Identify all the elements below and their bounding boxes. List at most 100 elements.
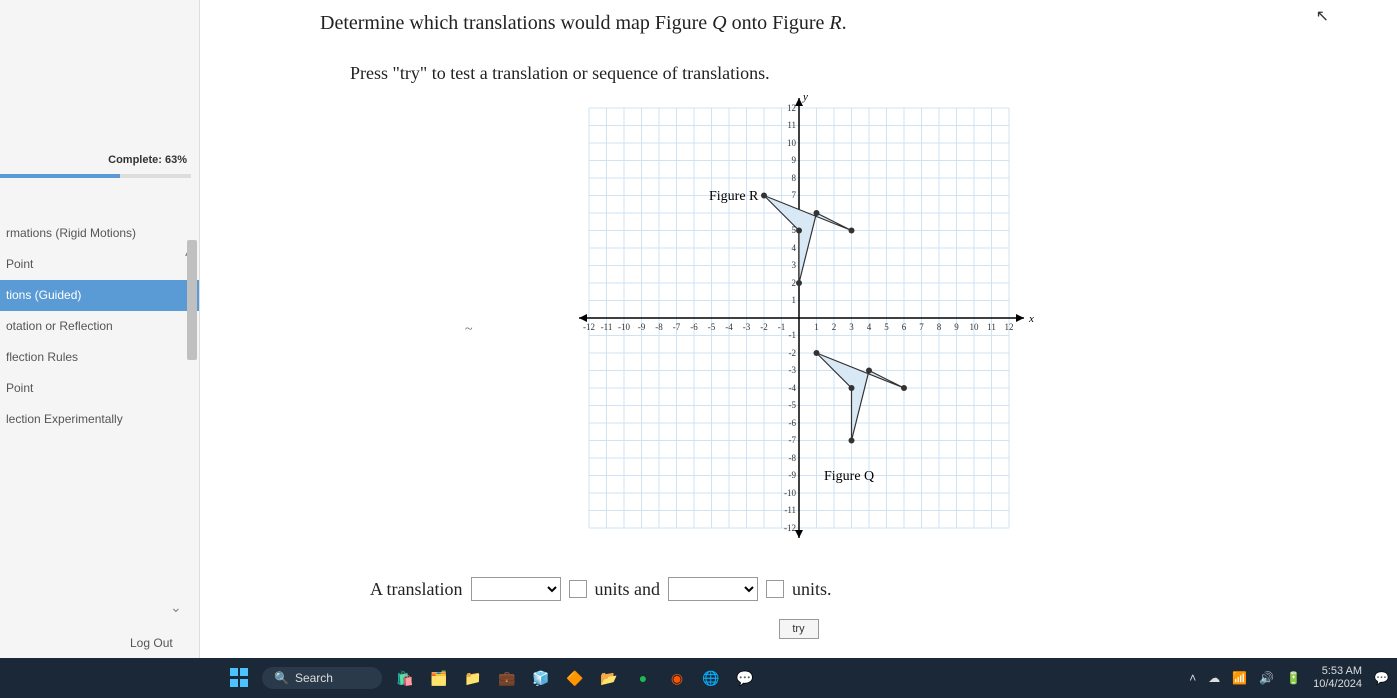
- svg-text:-3: -3: [742, 322, 750, 332]
- tilde-mark: ~: [465, 322, 473, 338]
- taskbar-app-2[interactable]: 🗂️: [428, 667, 450, 689]
- svg-text:-11: -11: [600, 322, 612, 332]
- svg-text:4: 4: [866, 322, 871, 332]
- sidebar-item-reflection-rules[interactable]: flection Rules: [0, 342, 199, 373]
- svg-text:1: 1: [814, 322, 819, 332]
- svg-text:3: 3: [849, 322, 854, 332]
- sidebar-item-rigid-motions[interactable]: rmations (Rigid Motions): [0, 218, 199, 249]
- taskbar-search[interactable]: 🔍 Search: [262, 667, 382, 689]
- sidebar: Complete: 63% ▴ rmations (Rigid Motions)…: [0, 0, 200, 658]
- windows-start-icon[interactable]: [230, 668, 250, 688]
- svg-text:-10: -10: [784, 488, 796, 498]
- taskbar-clock[interactable]: 5:53 AM 10/4/2024: [1313, 665, 1362, 691]
- taskbar-app-6[interactable]: 🔶: [564, 667, 586, 689]
- cursor-icon: ↖: [1316, 6, 1329, 26]
- direction-select-2[interactable]: [668, 577, 758, 601]
- svg-text:10: 10: [787, 138, 797, 148]
- answer-suffix: units.: [792, 579, 832, 600]
- svg-text:9: 9: [954, 322, 959, 332]
- svg-text:-12: -12: [583, 322, 595, 332]
- svg-text:-11: -11: [784, 505, 796, 515]
- svg-text:7: 7: [919, 322, 924, 332]
- answer-prefix: A translation: [370, 579, 463, 600]
- try-button[interactable]: try: [779, 619, 819, 639]
- svg-text:7: 7: [791, 190, 796, 200]
- instruction-text: Press "try" to test a translation or seq…: [350, 63, 1357, 84]
- sidebar-item-point[interactable]: Point: [0, 249, 199, 280]
- scrollbar[interactable]: [187, 240, 197, 360]
- taskbar-app-10[interactable]: 🌐: [700, 667, 722, 689]
- svg-text:5: 5: [884, 322, 889, 332]
- svg-text:-3: -3: [788, 365, 796, 375]
- svg-text:1: 1: [791, 295, 796, 305]
- svg-text:-5: -5: [788, 400, 796, 410]
- progress-bar: [0, 174, 191, 178]
- chevron-down-icon[interactable]: ⌄: [170, 599, 182, 616]
- cloud-icon[interactable]: ☁: [1208, 671, 1220, 685]
- svg-text:12: 12: [1004, 322, 1013, 332]
- svg-text:-10: -10: [618, 322, 630, 332]
- svg-text:2: 2: [831, 322, 836, 332]
- taskbar: 🔍 Search 🛍️ 🗂️ 📁 💼 🧊 🔶 📂 ● ◉ 🌐 💬 ˄ ☁ 📶 🔊…: [0, 658, 1397, 698]
- svg-text:-9: -9: [637, 322, 645, 332]
- svg-text:10: 10: [969, 322, 979, 332]
- svg-text:-1: -1: [788, 330, 796, 340]
- svg-text:y: y: [802, 91, 808, 103]
- svg-text:8: 8: [791, 173, 796, 183]
- svg-text:-4: -4: [788, 383, 796, 393]
- taskbar-app-4[interactable]: 💼: [496, 667, 518, 689]
- taskbar-app-8[interactable]: ●: [632, 667, 654, 689]
- taskbar-app-11[interactable]: 💬: [734, 667, 756, 689]
- notification-icon[interactable]: 💬: [1374, 671, 1389, 685]
- svg-text:-2: -2: [788, 348, 796, 358]
- taskbar-app-5[interactable]: 🧊: [530, 667, 552, 689]
- wifi-icon[interactable]: 📶: [1232, 671, 1247, 685]
- svg-text:11: 11: [787, 120, 796, 130]
- svg-text:-12: -12: [784, 523, 796, 533]
- search-icon: 🔍: [274, 671, 289, 685]
- main-content: ↖ Determine which translations would map…: [200, 0, 1397, 658]
- complete-label: Complete: 63%: [0, 150, 199, 170]
- svg-text:-2: -2: [760, 322, 768, 332]
- svg-text:8: 8: [936, 322, 941, 332]
- svg-text:3: 3: [791, 260, 796, 270]
- svg-text:4: 4: [791, 243, 796, 253]
- svg-text:-7: -7: [672, 322, 680, 332]
- svg-text:x: x: [1028, 313, 1034, 325]
- battery-icon[interactable]: 🔋: [1286, 671, 1301, 685]
- sidebar-item-experimentally[interactable]: lection Experimentally: [0, 404, 199, 435]
- logout-link[interactable]: Log Out: [130, 636, 173, 650]
- svg-text:11: 11: [987, 322, 996, 332]
- sidebar-item-point2[interactable]: Point: [0, 373, 199, 404]
- figure-q-label: Figure Q: [824, 469, 874, 484]
- sidebar-item-guided[interactable]: tions (Guided): [0, 280, 199, 311]
- search-placeholder: Search: [295, 671, 333, 685]
- units-input-2[interactable]: [766, 580, 784, 598]
- svg-text:-4: -4: [725, 322, 733, 332]
- units-input-1[interactable]: [569, 580, 587, 598]
- question-text: Determine which translations would map F…: [320, 12, 1357, 35]
- taskbar-app-9[interactable]: ◉: [666, 667, 688, 689]
- svg-text:-8: -8: [788, 453, 796, 463]
- svg-text:-6: -6: [788, 418, 796, 428]
- svg-text:2: 2: [791, 278, 796, 288]
- svg-text:-9: -9: [788, 470, 796, 480]
- coordinate-graph[interactable]: x y -12-11-10-9-8-7-6-5-4-3-2-1 12345678…: [549, 88, 1049, 553]
- svg-text:-8: -8: [655, 322, 663, 332]
- svg-text:-6: -6: [690, 322, 698, 332]
- volume-icon[interactable]: 🔊: [1259, 671, 1274, 685]
- direction-select-1[interactable]: [471, 577, 561, 601]
- svg-text:-1: -1: [777, 322, 785, 332]
- svg-text:9: 9: [791, 155, 796, 165]
- taskbar-app-3[interactable]: 📁: [462, 667, 484, 689]
- taskbar-app-7[interactable]: 📂: [598, 667, 620, 689]
- svg-text:6: 6: [901, 322, 906, 332]
- answer-mid: units and: [595, 579, 661, 600]
- figure-r-label: Figure R: [709, 189, 759, 204]
- svg-text:-7: -7: [788, 435, 796, 445]
- tray-chevron-icon[interactable]: ˄: [1189, 671, 1196, 685]
- sidebar-item-rotation-reflection[interactable]: otation or Reflection: [0, 311, 199, 342]
- svg-text:-5: -5: [707, 322, 715, 332]
- taskbar-app-1[interactable]: 🛍️: [394, 667, 416, 689]
- svg-text:12: 12: [787, 103, 796, 113]
